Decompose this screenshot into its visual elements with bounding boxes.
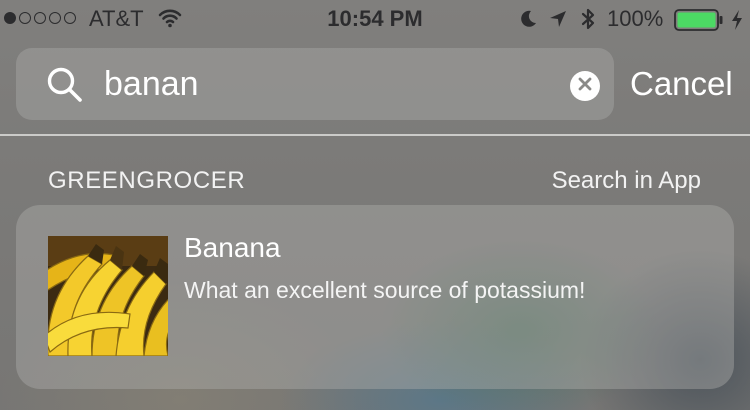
divider — [0, 134, 750, 136]
signal-dot — [34, 12, 46, 24]
search-result-card[interactable]: Banana What an excellent source of potas… — [16, 205, 734, 389]
clear-icon — [578, 77, 592, 96]
result-subtitle: What an excellent source of potassium! — [184, 277, 586, 303]
status-bar: AT&T 10:54 PM 100% — [0, 0, 750, 40]
location-icon — [548, 9, 568, 35]
result-title: Banana — [184, 232, 281, 263]
cancel-button[interactable]: Cancel — [630, 65, 733, 103]
bluetooth-icon — [580, 7, 596, 37]
section-title: GREENGROCER — [48, 167, 246, 194]
signal-dot — [64, 12, 76, 24]
signal-dot — [19, 12, 31, 24]
wifi-icon — [158, 8, 182, 34]
signal-dot — [4, 12, 16, 24]
search-field[interactable] — [16, 48, 614, 120]
battery-percentage: 100% — [607, 6, 664, 31]
search-icon — [46, 66, 84, 109]
clear-search-button[interactable] — [570, 71, 600, 101]
carrier-name: AT&T — [89, 6, 144, 31]
battery-icon — [674, 9, 724, 37]
search-input[interactable] — [104, 62, 564, 106]
search-in-app-button[interactable]: Search in App — [552, 167, 701, 195]
charging-icon — [730, 9, 744, 37]
signal-dot — [49, 12, 61, 24]
signal-strength-indicator — [4, 12, 76, 24]
banana-thumbnail — [48, 236, 168, 356]
moon-icon — [518, 9, 538, 35]
